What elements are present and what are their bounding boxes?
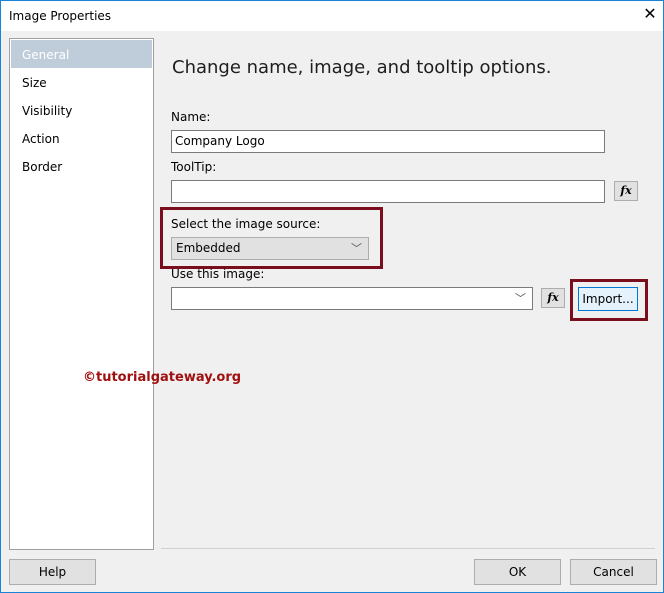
cancel-button[interactable]: Cancel [570,559,657,585]
tooltip-input[interactable] [171,180,605,203]
sidebar-item-size[interactable]: Size [11,68,152,96]
divider [161,548,655,549]
ok-button[interactable]: OK [474,559,561,585]
page-title: Change name, image, and tooltip options. [172,57,552,78]
name-input[interactable]: Company Logo [171,130,605,153]
image-expression-button[interactable]: fx [541,288,565,308]
sidebar-item-action[interactable]: Action [11,124,152,152]
tooltip-label: ToolTip: [171,160,217,174]
image-source-value: Embedded [176,241,241,255]
help-button[interactable]: Help [9,559,96,585]
tooltip-expression-button[interactable]: fx [614,181,638,201]
sidebar-item-general[interactable]: General [11,40,152,68]
name-label: Name: [171,110,211,124]
image-source-select[interactable]: Embedded ﹀ [171,237,369,260]
watermark: ©tutorialgateway.org [83,370,242,385]
chevron-down-icon: ﹀ [515,292,526,305]
sidebar-item-visibility[interactable]: Visibility [11,96,152,124]
import-button[interactable]: Import... [578,287,638,311]
image-label: Use this image: [171,267,265,281]
sidebar-item-border[interactable]: Border [11,152,152,180]
close-icon[interactable]: ✕ [640,4,660,23]
chevron-down-icon: ﹀ [351,242,362,255]
window-title: Image Properties [9,9,112,23]
image-select[interactable]: ﹀ [171,287,533,310]
source-label: Select the image source: [171,217,321,231]
sidebar-nav: General Size Visibility Action Border [9,38,154,550]
